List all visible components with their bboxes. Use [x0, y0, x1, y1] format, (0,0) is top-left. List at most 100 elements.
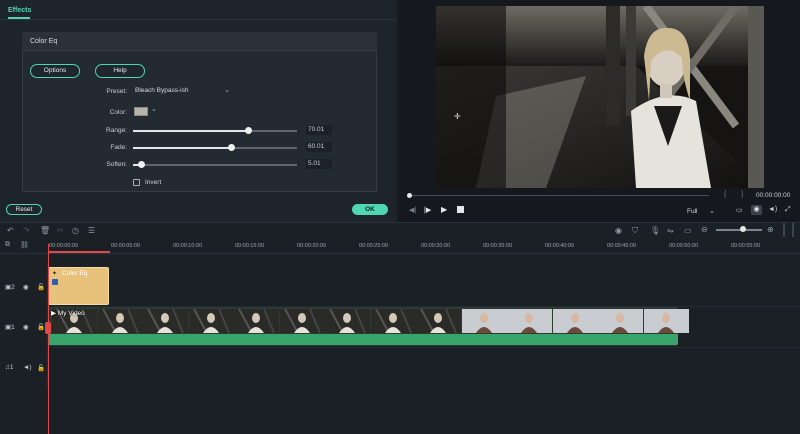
clip-thumbnail [643, 309, 689, 333]
clip-thumbnail [325, 309, 370, 333]
mark-out-icon[interactable]: } [741, 191, 743, 198]
zoom-slider-handle[interactable] [740, 226, 746, 232]
volume-icon[interactable]: ◄) [23, 364, 32, 371]
eye-icon[interactable]: ◉ [23, 283, 29, 291]
cut-icon[interactable]: ✂ [57, 226, 64, 235]
zoom-in-icon[interactable]: ⊕ [767, 225, 774, 234]
color-chevron-icon[interactable]: ⌄ [151, 105, 157, 113]
ruler-timecode: 00:00:10:00 [173, 243, 203, 249]
ruler-timecode: 00:00:25:00 [359, 243, 389, 249]
play-icon[interactable]: ▶ [441, 205, 447, 214]
display-icon[interactable]: ▭ [736, 206, 743, 214]
settings-icon[interactable]: ☰ [88, 226, 95, 235]
effect-track-icon: ▣2 [5, 284, 15, 291]
range-slider-fill [133, 130, 248, 132]
help-button[interactable]: Help [95, 64, 145, 78]
range-value[interactable]: 70.01 [306, 125, 332, 135]
clip-thumbnail [143, 309, 188, 333]
delete-icon[interactable]: 🗑 [40, 226, 50, 235]
ruler-timecode: 00:00:40:00 [545, 243, 575, 249]
preset-dropdown[interactable]: Bleach Bypass-ish ⌄ [132, 86, 232, 97]
add-track-icon[interactable]: ⧉ [5, 241, 10, 249]
audio-track-icon: ♫1 [5, 364, 14, 371]
preview-video-frame[interactable]: ✛ [436, 6, 764, 188]
range-label: Range: [106, 127, 127, 134]
ruler-timecode: 00:00:05:00 [111, 243, 141, 249]
zoom-slider-track[interactable] [716, 229, 762, 231]
clip-thumbnail [461, 309, 507, 333]
preview-scrubber-handle[interactable] [407, 193, 412, 198]
clip-thumbnail [279, 309, 325, 333]
fade-value[interactable]: 60.01 [306, 142, 332, 152]
preset-label: Preset: [106, 88, 127, 95]
effects-tabbar [0, 0, 396, 20]
playhead[interactable] [48, 244, 49, 434]
speed-icon[interactable]: ◷ [72, 226, 79, 235]
soften-slider-track[interactable] [133, 164, 297, 166]
lock-icon[interactable]: 🔓 [37, 283, 45, 291]
ruler-timecode: 00:00:55:00 [731, 243, 761, 249]
clip-thumbnail [552, 309, 598, 333]
ruler-timecode: 00:00:35:00 [483, 243, 513, 249]
panel-toggle-icon[interactable] [783, 223, 794, 237]
clip-thumbnail [416, 309, 461, 333]
lock-icon[interactable]: 🔓 [37, 364, 45, 372]
soften-label: Soften: [106, 161, 127, 168]
stop-icon[interactable] [457, 206, 464, 213]
color-swatch[interactable] [134, 107, 148, 116]
ruler-timecode: 00:00:20:00 [297, 243, 327, 249]
color-label: Color: [109, 109, 127, 116]
track-divider [48, 347, 800, 348]
video-clip-label: ▶ My Video [51, 310, 85, 317]
preset-value: Bleach Bypass-ish [135, 87, 189, 94]
fullscreen-icon[interactable]: ⤢ [785, 206, 791, 214]
clip-thumbnail [370, 309, 416, 333]
prev-frame-icon[interactable]: ◀| [409, 206, 416, 214]
fade-slider-fill [133, 147, 232, 149]
chevron-down-icon: ⌄ [224, 87, 230, 94]
mark-in-icon[interactable]: { [724, 191, 726, 198]
mic-icon[interactable]: 🎙 [650, 226, 660, 235]
clip-thumbnail [598, 309, 643, 333]
reset-button[interactable]: Reset [6, 204, 42, 215]
playhead-handle[interactable] [45, 322, 51, 334]
split-icon[interactable]: ⇋ [667, 226, 674, 235]
video-track-icon: ▣1 [5, 324, 15, 331]
effect-header [22, 32, 377, 51]
ruler-timecode: 00:00:50:00 [669, 243, 699, 249]
quality-value: Full [687, 208, 698, 215]
effect-clip[interactable]: ✦ Color Eq [48, 267, 109, 305]
invert-label: Invert [145, 179, 162, 186]
tab-effects[interactable]: Effects [8, 7, 31, 14]
marker-icon[interactable]: ⛉ [632, 226, 638, 236]
options-button[interactable]: Options [30, 64, 80, 78]
redo-icon[interactable]: ↷ [23, 226, 30, 235]
quality-dropdown[interactable]: Full ⌄ [687, 207, 715, 215]
clip-thumbnail [507, 309, 552, 333]
preview-timecode: 00:00:00:00 [756, 192, 791, 199]
lock-icon[interactable]: 🔓 [37, 323, 45, 331]
link-icon[interactable]: ⛓ [20, 241, 29, 249]
step-back-icon[interactable]: |▶ [424, 206, 431, 214]
work-area-marker[interactable] [48, 251, 110, 253]
zoom-fit-icon[interactable]: ▭ [684, 226, 692, 235]
snapshot-icon[interactable]: ◉ [751, 205, 762, 215]
invert-checkbox[interactable] [133, 179, 140, 186]
timeline-divider [0, 222, 800, 223]
preview-image [436, 6, 764, 188]
render-icon[interactable]: ◉ [615, 226, 622, 235]
effect-clip-badge-icon [52, 279, 58, 285]
zoom-out-icon[interactable]: ⊖ [701, 225, 708, 234]
eye-icon[interactable]: ◉ [23, 323, 29, 331]
move-cursor-icon: ✛ [454, 112, 461, 121]
ok-button[interactable]: OK [352, 204, 388, 215]
preview-scrubber-track[interactable] [409, 195, 709, 196]
soften-value[interactable]: 5.01 [306, 159, 332, 169]
fade-label: Fade: [110, 144, 127, 151]
ruler-timecode: 00:00:15:00 [235, 243, 265, 249]
undo-icon[interactable]: ↶ [7, 226, 14, 235]
audio-icon[interactable]: ◄) [768, 206, 777, 213]
range-slider-handle[interactable] [244, 127, 252, 134]
effect-clip-label: Color Eq [62, 270, 88, 277]
effect-title: Color Eq [30, 38, 58, 45]
